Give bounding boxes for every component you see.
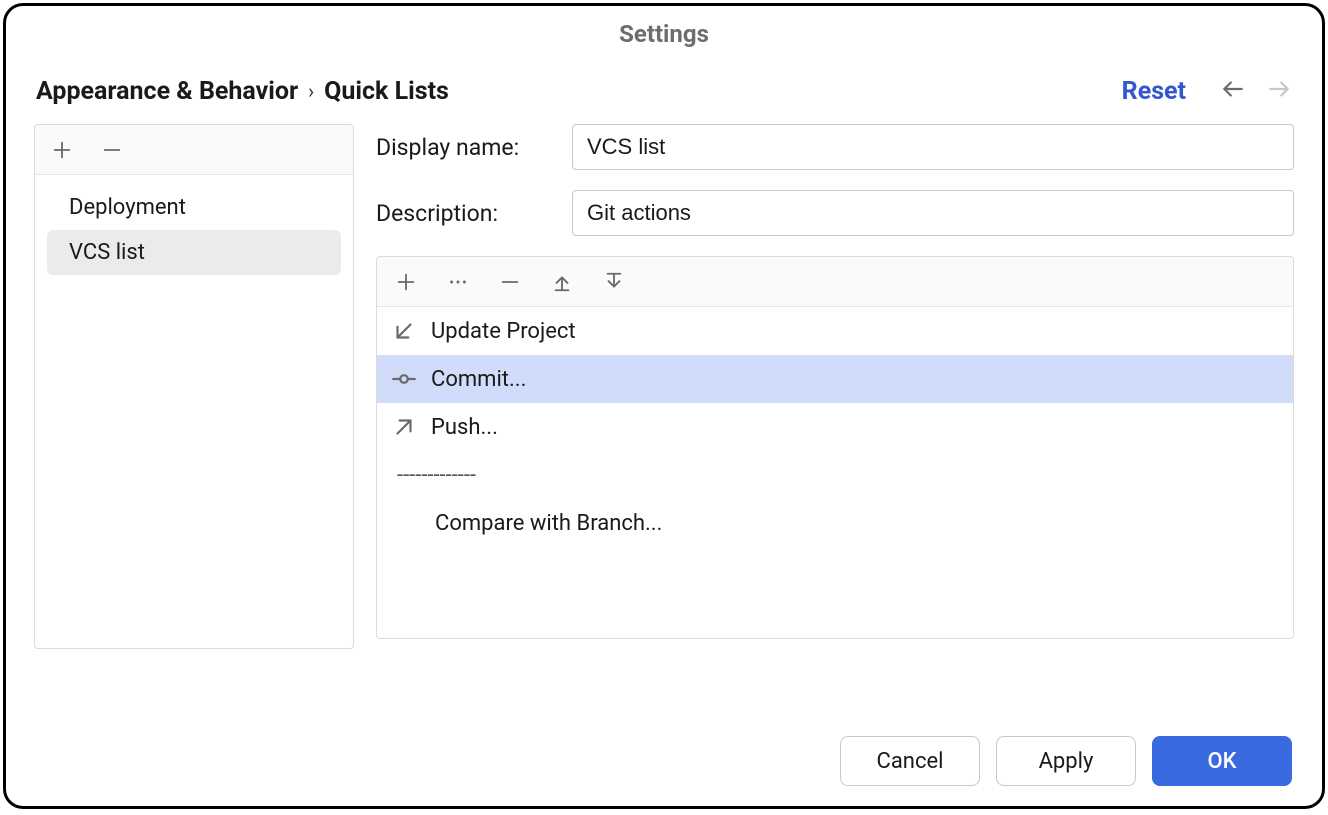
description-row: Description: xyxy=(376,190,1294,236)
quick-lists-body: Deployment VCS list xyxy=(35,175,353,648)
actions-toolbar xyxy=(377,257,1293,307)
action-item-commit[interactable]: Commit... xyxy=(377,355,1293,403)
add-list-button[interactable] xyxy=(49,137,75,163)
ok-button[interactable]: OK xyxy=(1152,736,1292,786)
move-down-button[interactable] xyxy=(601,269,627,295)
window-title: Settings xyxy=(6,6,1322,58)
breadcrumb-current: Quick Lists xyxy=(324,77,449,106)
action-label: Commit... xyxy=(431,367,526,392)
description-input[interactable] xyxy=(572,190,1294,236)
content-row: Deployment VCS list Display name: Descri… xyxy=(6,124,1322,806)
actions-body: Update Project Commit... Push... xyxy=(377,307,1293,638)
display-name-label: Display name: xyxy=(376,134,556,161)
cancel-button[interactable]: Cancel xyxy=(840,736,980,786)
add-action-button[interactable] xyxy=(393,269,419,295)
list-item[interactable]: VCS list xyxy=(47,230,341,275)
action-label: Compare with Branch... xyxy=(391,511,662,536)
action-item-compare-branch[interactable]: Compare with Branch... xyxy=(377,499,1293,547)
arrow-down-left-icon xyxy=(391,318,417,344)
display-name-input[interactable] xyxy=(572,124,1294,170)
chevron-right-icon: › xyxy=(308,79,314,103)
detail-panel: Display name: Description: xyxy=(376,124,1294,806)
display-name-row: Display name: xyxy=(376,124,1294,170)
move-up-button[interactable] xyxy=(549,269,575,295)
action-label: Update Project xyxy=(431,319,576,344)
remove-list-button[interactable] xyxy=(99,137,125,163)
commit-icon xyxy=(391,366,417,392)
reset-link[interactable]: Reset xyxy=(1122,77,1186,106)
list-item[interactable]: Deployment xyxy=(47,185,341,230)
breadcrumb: Appearance & Behavior › Quick Lists xyxy=(36,77,1114,106)
actions-panel: Update Project Commit... Push... xyxy=(376,256,1294,639)
separator-label: ------------- xyxy=(391,463,476,488)
forward-button[interactable] xyxy=(1266,76,1292,106)
header-row: Appearance & Behavior › Quick Lists Rese… xyxy=(6,58,1322,124)
add-separator-button[interactable] xyxy=(445,269,471,295)
nav-arrows xyxy=(1220,76,1292,106)
remove-action-button[interactable] xyxy=(497,269,523,295)
settings-window: Settings Appearance & Behavior › Quick L… xyxy=(3,3,1325,809)
action-label: Push... xyxy=(431,415,498,440)
dialog-footer: Cancel Apply OK xyxy=(840,736,1292,786)
action-item-push[interactable]: Push... xyxy=(377,403,1293,451)
apply-button[interactable]: Apply xyxy=(996,736,1136,786)
arrow-up-right-icon xyxy=(391,414,417,440)
action-separator[interactable]: ------------- xyxy=(377,451,1293,499)
quick-lists-toolbar xyxy=(35,125,353,175)
back-button[interactable] xyxy=(1220,76,1246,106)
breadcrumb-parent[interactable]: Appearance & Behavior xyxy=(36,77,298,106)
quick-lists-panel: Deployment VCS list xyxy=(34,124,354,649)
description-label: Description: xyxy=(376,200,556,227)
action-item-update-project[interactable]: Update Project xyxy=(377,307,1293,355)
